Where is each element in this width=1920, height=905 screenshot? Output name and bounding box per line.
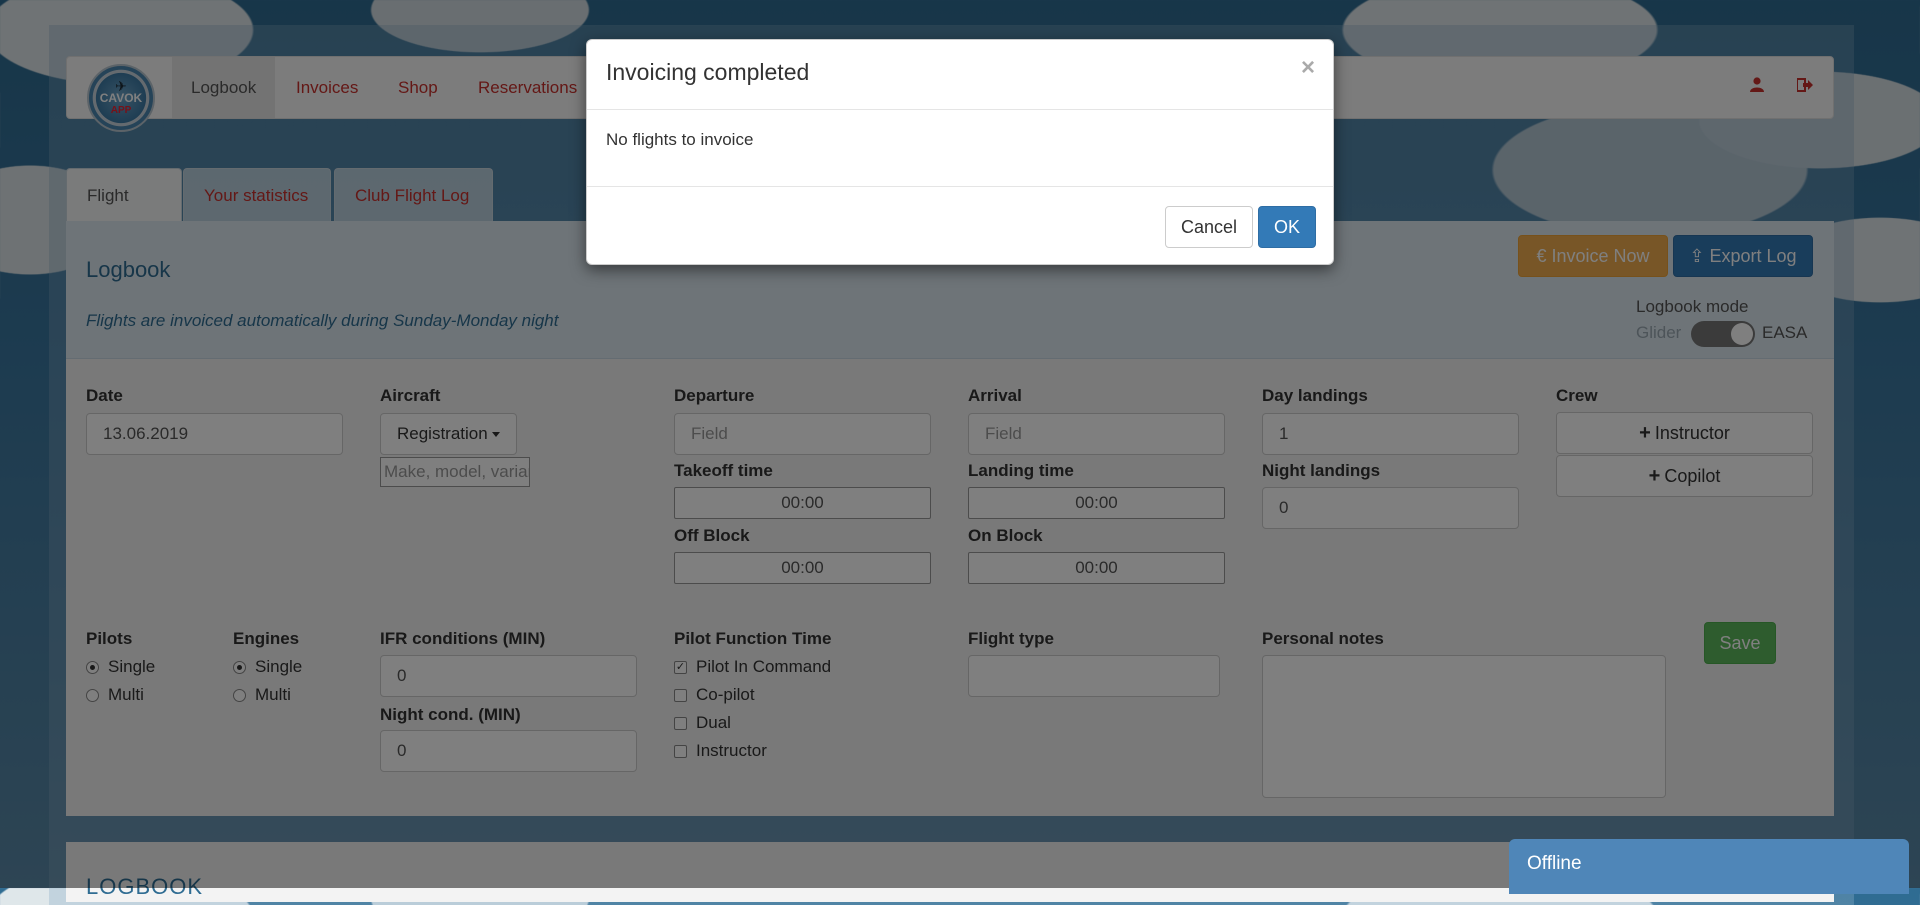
chat-widget[interactable]: Offline (1509, 839, 1909, 894)
chat-status: Offline (1527, 853, 1582, 874)
invoicing-modal: Invoicing completed × No flights to invo… (586, 39, 1334, 265)
modal-message: No flights to invoice (606, 130, 754, 149)
cancel-button[interactable]: Cancel (1165, 206, 1253, 248)
ok-button[interactable]: OK (1258, 206, 1316, 248)
modal-header: Invoicing completed × (587, 40, 1333, 110)
close-icon[interactable]: × (1301, 54, 1315, 82)
modal-title: Invoicing completed (606, 59, 810, 85)
modal-footer: Cancel OK (587, 186, 1333, 266)
